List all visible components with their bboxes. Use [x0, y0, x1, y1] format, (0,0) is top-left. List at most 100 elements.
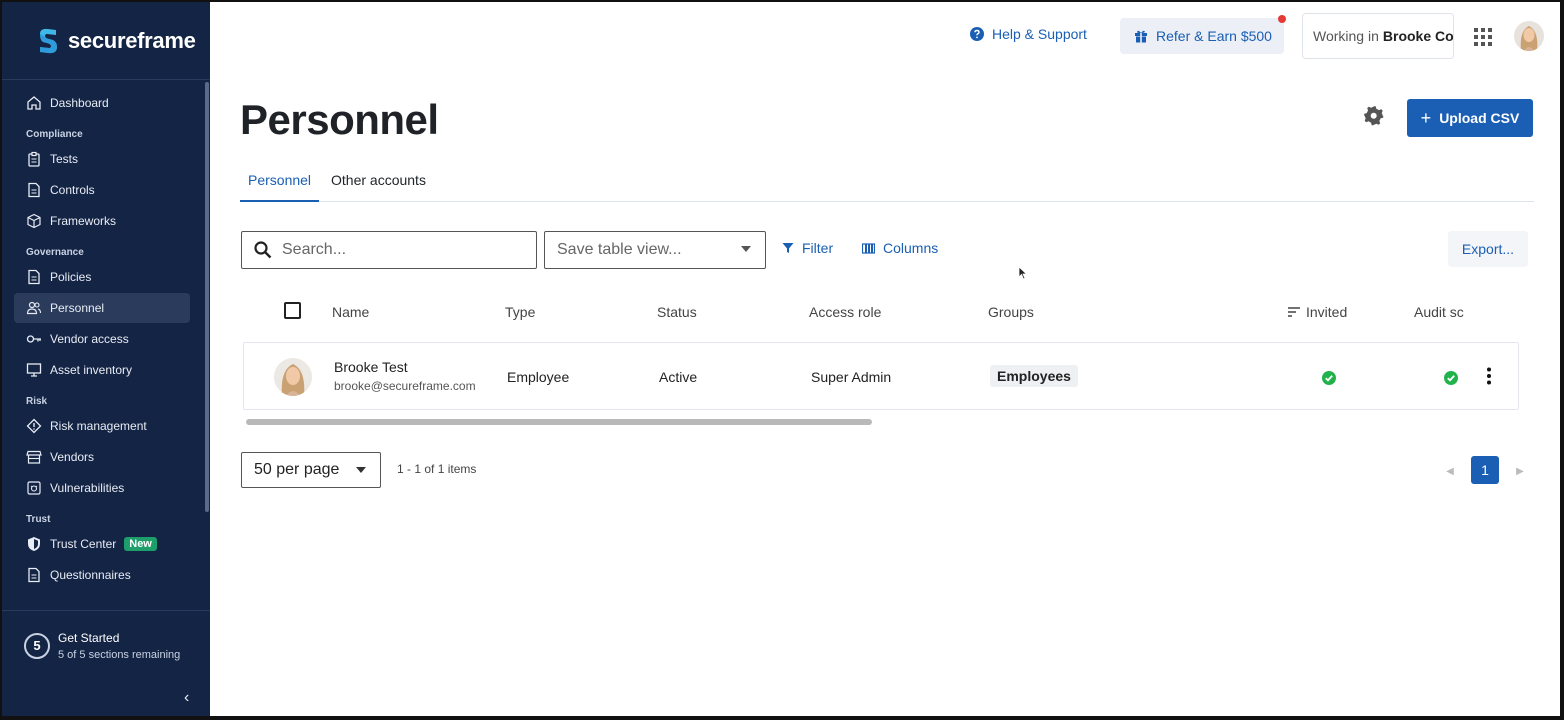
chevron-left-icon[interactable]: ◀ [1438, 458, 1462, 484]
nav-section-governance: Governance [26, 247, 84, 258]
column-header-groups[interactable]: Groups [988, 304, 1034, 320]
refer-earn-button[interactable]: Refer & Earn $500 [1120, 15, 1286, 54]
sidebar-item-vulnerabilities[interactable]: Vulnerabilities [14, 473, 190, 503]
search-icon [254, 241, 272, 259]
notification-dot [1278, 15, 1286, 23]
column-header-type[interactable]: Type [505, 304, 535, 320]
sidebar-item-label: Vendors [50, 450, 95, 464]
user-avatar[interactable] [1514, 21, 1544, 51]
sidebar-item-personnel[interactable]: Personnel [14, 293, 190, 323]
caret-down-icon [741, 246, 751, 252]
sidebar-item-label: Asset inventory [50, 363, 133, 377]
sidebar-item-controls[interactable]: Controls [14, 175, 190, 205]
get-started-panel[interactable]: 5 Get Started 5 of 5 sections remaining [2, 610, 210, 680]
search-box[interactable] [241, 231, 537, 269]
search-input[interactable] [282, 241, 522, 259]
chevron-left-icon[interactable]: ‹ [184, 690, 200, 706]
sidebar-item-risk-management[interactable]: Risk management [14, 411, 190, 441]
person-email: brooke@secureframe.com [334, 379, 476, 393]
help-circle-icon [970, 27, 984, 41]
column-header-invited-label: Invited [1306, 304, 1348, 320]
sidebar-scrollbar[interactable] [205, 82, 209, 512]
workspace-switcher[interactable]: Working in Brooke Co [1302, 13, 1454, 59]
help-support-label: Help & Support [992, 26, 1087, 42]
nav-section-trust: Trust [26, 514, 51, 525]
nav-section-risk: Risk [26, 396, 48, 407]
per-page-select[interactable]: 50 per page [241, 452, 381, 488]
columns-icon [862, 242, 875, 254]
new-badge: New [124, 537, 157, 551]
column-header-access-role[interactable]: Access role [809, 304, 881, 320]
person-avatar-image [274, 358, 312, 396]
monitor-icon [26, 363, 42, 377]
person-name[interactable]: Brooke Test [334, 359, 408, 375]
document-icon [28, 567, 40, 583]
app-grid-icon[interactable] [1474, 28, 1492, 46]
columns-button[interactable]: Columns [862, 240, 938, 256]
sidebar-item-vendor-access[interactable]: Vendor access [14, 324, 190, 354]
more-vertical-icon[interactable] [1486, 367, 1492, 385]
plus-icon: + [1420, 107, 1432, 128]
sidebar-item-label: Policies [50, 270, 92, 284]
sidebar-item-label: Questionnaires [50, 568, 131, 582]
upload-csv-button[interactable]: + Upload CSV [1407, 99, 1533, 137]
mouse-cursor-icon [1018, 266, 1028, 280]
filter-label: Filter [802, 240, 834, 256]
sidebar-item-trust-center[interactable]: Trust Center New [14, 529, 190, 559]
secureframe-logo-icon [40, 28, 57, 53]
check-circle-icon [1322, 371, 1336, 385]
export-button[interactable]: Export... [1448, 231, 1528, 267]
person-type: Employee [507, 369, 570, 385]
key-icon [26, 335, 41, 343]
save-table-view-label: Save table view... [557, 241, 682, 258]
column-header-audit-scope[interactable]: Audit sc [1414, 304, 1470, 320]
gift-icon [1135, 30, 1147, 43]
sidebar-item-label: Vendor access [50, 332, 129, 346]
filter-button[interactable]: Filter [782, 240, 833, 256]
sidebar-item-label: Tests [50, 152, 79, 166]
table-header: Name Type Status Access role Groups Invi… [242, 292, 1520, 332]
sidebar-item-label: Risk management [50, 419, 147, 433]
brand[interactable]: secureframe [2, 2, 210, 80]
save-table-view-select[interactable]: Save table view... [544, 231, 766, 269]
filter-icon [782, 243, 794, 253]
get-started-step: 5 [24, 632, 50, 659]
sidebar-item-vendors[interactable]: Vendors [14, 442, 190, 472]
clipboard-icon [28, 151, 40, 167]
shield-bug-icon [27, 481, 41, 495]
document-icon [28, 182, 40, 198]
sort-icon [1288, 307, 1300, 317]
column-header-name[interactable]: Name [332, 304, 369, 320]
storefront-icon [26, 450, 42, 464]
sidebar-item-label: Frameworks [50, 214, 117, 228]
diamond-icon [26, 418, 42, 434]
refer-earn-label: Refer & Earn $500 [1156, 28, 1272, 44]
person-access-role: Super Admin [811, 369, 892, 385]
sidebar-item-policies[interactable]: Policies [14, 262, 190, 292]
chevron-right-icon[interactable]: ▶ [1508, 458, 1532, 484]
people-icon [26, 301, 42, 315]
tab-bar: Personnel Other accounts [240, 166, 1534, 202]
help-support-link[interactable]: Help & Support [970, 26, 1087, 42]
get-started-subtitle: 5 of 5 sections remaining [58, 648, 181, 661]
sidebar-item-label: Trust Center [50, 537, 117, 551]
page-number-button[interactable]: 1 [1471, 456, 1499, 484]
column-header-invited[interactable]: Invited [1288, 304, 1347, 320]
sidebar-item-asset-inventory[interactable]: Asset inventory [14, 355, 190, 385]
tab-other-accounts[interactable]: Other accounts [331, 172, 426, 202]
sidebar-item-label: Controls [50, 183, 95, 197]
nav-section-compliance: Compliance [26, 129, 83, 140]
sidebar-item-tests[interactable]: Tests [14, 144, 190, 174]
tab-personnel[interactable]: Personnel [240, 172, 320, 202]
table-horizontal-scrollbar[interactable] [246, 419, 872, 425]
sidebar-item-label: Personnel [50, 301, 105, 315]
table-row[interactable]: Brooke Test brooke@secureframe.com Emplo… [243, 342, 1519, 410]
sidebar-item-frameworks[interactable]: Frameworks [14, 206, 190, 236]
column-header-status[interactable]: Status [657, 304, 697, 320]
sidebar-nav: Dashboard Compliance Tests Controls Fram… [2, 88, 202, 591]
main-content: Personnel + Upload CSV Personnel Other a… [210, 70, 1560, 716]
sidebar-item-questionnaires[interactable]: Questionnaires [14, 560, 190, 590]
sidebar-item-dashboard[interactable]: Dashboard [14, 88, 190, 118]
select-all-checkbox[interactable] [284, 302, 301, 319]
gear-icon[interactable] [1364, 106, 1384, 126]
